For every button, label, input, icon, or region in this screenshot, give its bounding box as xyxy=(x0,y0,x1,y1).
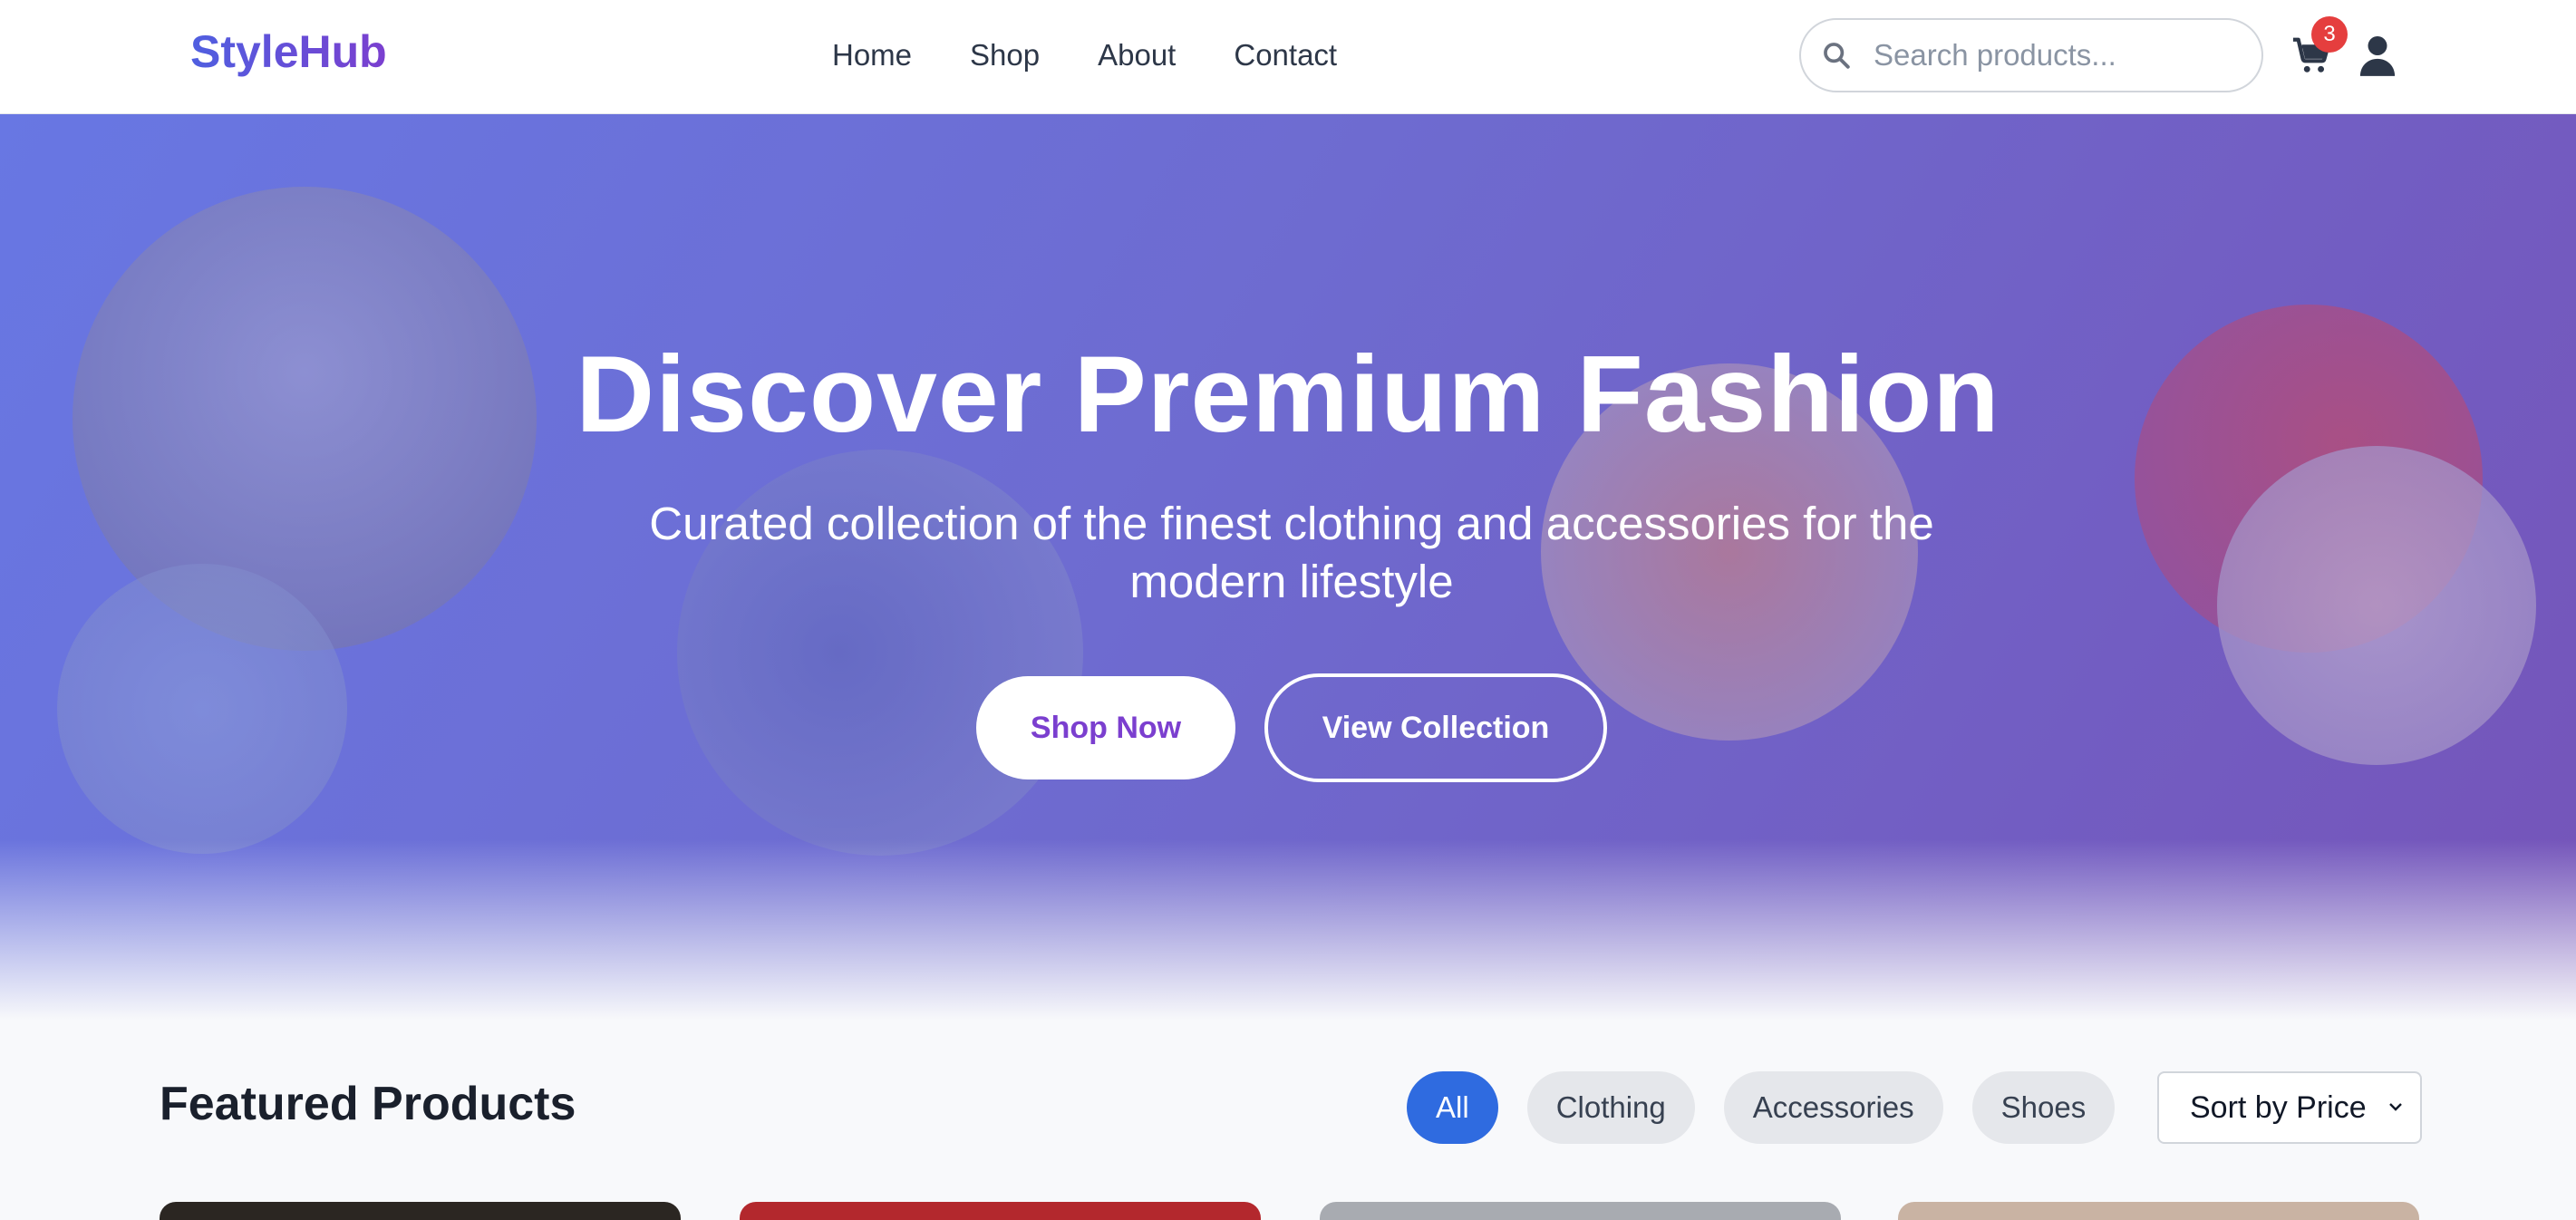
filter-shoes[interactable]: Shoes xyxy=(1971,1071,2116,1144)
filter-all[interactable]: All xyxy=(1407,1071,1498,1144)
filter-accessories[interactable]: Accessories xyxy=(1723,1071,1943,1144)
view-collection-button[interactable]: View Collection xyxy=(1264,673,1607,782)
nav-about[interactable]: About xyxy=(1098,34,1176,76)
chevron-down-icon xyxy=(2389,1103,2402,1111)
product-card[interactable] xyxy=(1898,1202,2419,1220)
hero-banner: Discover Premium Fashion Curated collect… xyxy=(0,114,2576,1021)
search-box[interactable] xyxy=(1799,18,2263,92)
product-card[interactable] xyxy=(740,1202,1261,1220)
user-icon[interactable] xyxy=(2358,34,2397,76)
hero-fade xyxy=(0,839,2576,1021)
logo[interactable]: StyleHub xyxy=(190,25,387,78)
sort-select[interactable]: Sort by Price xyxy=(2157,1071,2422,1144)
filter-clothing[interactable]: Clothing xyxy=(1526,1071,1695,1144)
hero-subtitle: Curated collection of the finest clothin… xyxy=(649,498,1934,607)
nav-shop[interactable]: Shop xyxy=(970,34,1040,76)
main-nav: Home Shop About Contact xyxy=(832,34,1395,76)
shop-now-button[interactable]: Shop Now xyxy=(976,676,1235,779)
featured-products-title: Featured Products xyxy=(160,1078,576,1130)
search-icon xyxy=(1824,43,1850,69)
shirt-image xyxy=(57,564,347,854)
site-header: StyleHub Home Shop About Contact 3 xyxy=(0,0,2576,114)
sweater-image xyxy=(2217,446,2536,765)
nav-contact[interactable]: Contact xyxy=(1234,34,1337,76)
search-input[interactable] xyxy=(1872,37,2238,73)
category-filters: All Clothing Accessories Shoes xyxy=(1407,1071,2144,1144)
product-card[interactable] xyxy=(160,1202,681,1220)
cart-count-badge: 3 xyxy=(2311,16,2348,53)
product-card[interactable] xyxy=(1320,1202,1841,1220)
sort-select-value: Sort by Price xyxy=(2190,1089,2367,1125)
hero-title: Discover Premium Fashion xyxy=(576,334,2000,455)
nav-home[interactable]: Home xyxy=(832,34,912,76)
